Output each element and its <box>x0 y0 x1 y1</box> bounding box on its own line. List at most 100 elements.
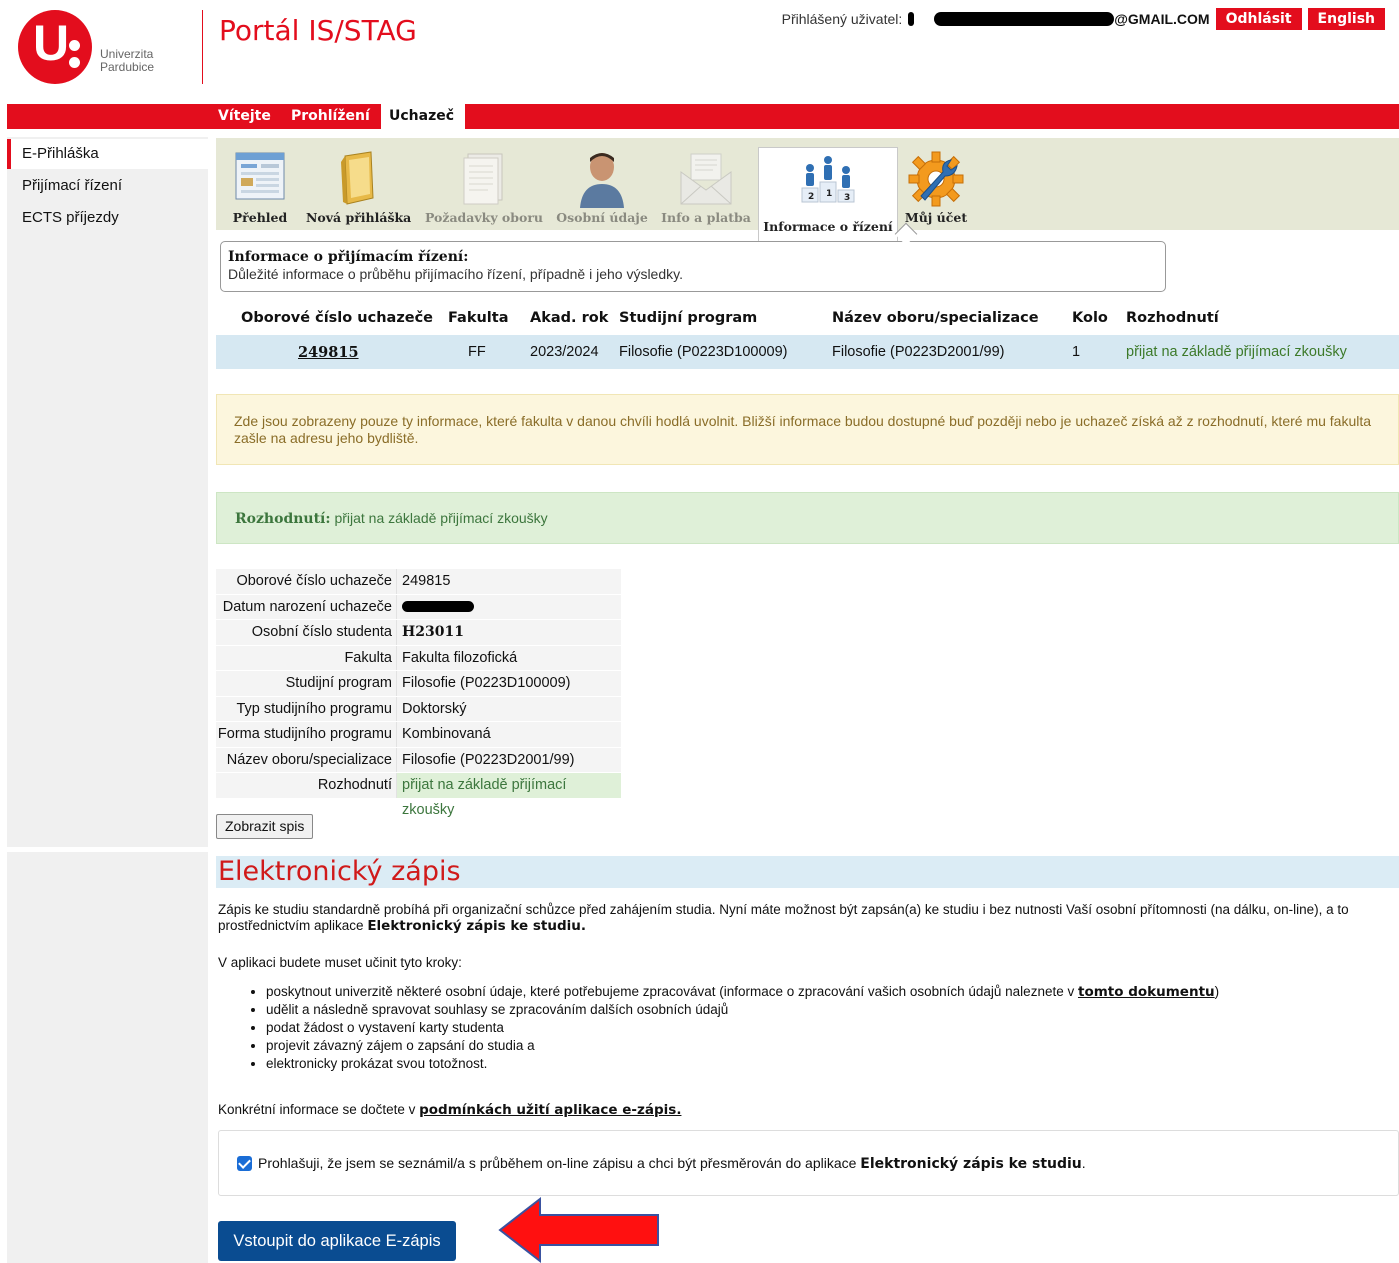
tool-informace-o-rizeni[interactable]: 2 1 3 Informace o řízení <box>758 147 898 243</box>
tool-label: Info a platba <box>661 210 751 225</box>
info-box-subtitle: Důležité informace o průběhu přijímacího… <box>228 266 683 282</box>
main-nav: Vítejte Prohlížení Uchazeč <box>7 104 1399 129</box>
envelope-icon <box>680 153 732 205</box>
list-item: projevit závazný zájem o zapsání do stud… <box>266 1037 1219 1055</box>
logout-button[interactable]: Odhlásit <box>1215 8 1302 30</box>
tool-label: Osobní údaje <box>556 210 648 225</box>
col-header: Rozhodnutí <box>1126 310 1219 326</box>
svg-text:1: 1 <box>826 189 832 199</box>
logo-text: Univerzita Pardubice <box>100 48 154 74</box>
table-cell: Filosofie (P0223D2001/99) <box>832 344 1005 360</box>
portal-title[interactable]: Portál IS/STAG <box>219 14 417 47</box>
col-header: Fakulta <box>448 310 509 326</box>
info-box: Informace o přijímacím řízení: Důležité … <box>220 241 1166 292</box>
folder-icon <box>341 151 374 205</box>
ezapis-steps-intro: V aplikaci budete muset učinit tyto krok… <box>218 955 462 970</box>
decision-value: přijat na základě přijímací zkoušky <box>334 510 548 526</box>
header-divider <box>202 10 203 84</box>
detail-row: Studijní program Filosofie (P0223D100009) <box>216 671 621 697</box>
person-icon <box>580 153 624 208</box>
user-email: @GMAIL.COM <box>908 11 1210 27</box>
col-header: Akad. rok <box>530 310 609 326</box>
applicant-number-link[interactable]: 249815 <box>298 344 359 361</box>
table-cell: 2023/2024 <box>530 344 599 360</box>
logo-line2: Pardubice <box>100 60 155 74</box>
logo-dot-icon <box>69 57 80 68</box>
list-item: podat žádost o vystavení karty studenta <box>266 1019 1219 1037</box>
logo-dot-icon <box>69 40 80 51</box>
col-header: Kolo <box>1072 310 1108 326</box>
table-cell: Filosofie (P0223D100009) <box>619 344 788 360</box>
col-header: Studijní program <box>619 310 758 326</box>
privacy-document-link[interactable]: tomto dokumentu <box>1078 984 1215 1000</box>
tool-osobni-udaje[interactable]: Osobní údaje <box>556 138 648 230</box>
tab-uchazec[interactable]: Uchazeč <box>381 104 465 129</box>
sidebar-lower <box>7 852 208 1263</box>
tool-label: Nová přihláška <box>306 210 412 225</box>
ezapis-steps-list: poskytnout univerzitě některé osobní úda… <box>240 983 1219 1073</box>
svg-text:3: 3 <box>844 193 850 203</box>
info-box-title: Informace o přijímacím řízení: <box>228 249 469 265</box>
col-header: Oborové číslo uchazeče <box>241 310 434 326</box>
detail-row: Rozhodnutí přijat na základě přijímací zk… <box>216 773 621 818</box>
show-file-button[interactable]: Zobrazit spis <box>216 814 314 839</box>
detail-row: Typ studijního programu Doktorský <box>216 696 621 722</box>
enter-ezapis-button[interactable]: Vstoupit do aplikace E-zápis <box>218 1221 456 1261</box>
consent-box: Prohlašuji, že jsem se seznámil/a s průb… <box>218 1130 1399 1196</box>
list-item: udělit a následně spravovat souhlasy se … <box>266 1001 1219 1019</box>
consent-label[interactable]: Prohlašuji, že jsem se seznámil/a s průb… <box>258 1155 1086 1172</box>
tool-muj-ucet[interactable]: Můj účet <box>904 138 968 230</box>
tab-vitejte[interactable]: Vítejte <box>210 104 279 129</box>
gear-wrench-icon <box>908 151 964 207</box>
overview-icon <box>235 152 285 200</box>
ezapis-terms-line: Konkrétní informace se dočtete v podmínk… <box>218 1102 682 1118</box>
sidebar-item-ects[interactable]: ECTS příjezdy <box>7 203 208 233</box>
consent-checkbox[interactable] <box>237 1155 252 1171</box>
podium-icon: 2 1 3 <box>801 156 855 203</box>
table-cell: 1 <box>1072 344 1081 360</box>
user-area: Přihlášený uživatel: @GMAIL.COM Odhlásit… <box>782 8 1385 30</box>
list-item: poskytnout univerzitě některé osobní úda… <box>266 983 1219 1001</box>
redacted-mark <box>908 12 915 26</box>
ezapis-title: Elektronický zápis <box>218 856 461 887</box>
decision-label: Rozhodnutí: <box>235 511 331 527</box>
ezapis-terms-link[interactable]: podmínkách užití aplikace e-zápis. <box>419 1102 681 1118</box>
detail-row: Fakulta Fakulta filozofická <box>216 645 621 671</box>
table-cell: FF <box>468 344 486 360</box>
tool-label: Můj účet <box>904 210 968 225</box>
detail-row: Osobní číslo studenta H23011 <box>216 620 621 646</box>
details-table: Oborové číslo uchazeče 249815 Datum naroz… <box>216 569 621 818</box>
tool-pozadavky-oboru[interactable]: Požadavky oboru <box>420 138 548 230</box>
detail-row: Datum narození uchazeče <box>216 594 621 620</box>
applicant-toolbar: Přehled Nová přihláška Požadavky oboru O… <box>216 138 1399 243</box>
col-header: Název oboru/specializace <box>832 310 1039 326</box>
tool-nova-prihlaska[interactable]: Nová přihláška <box>306 138 412 230</box>
sidebar-item-prijimaci-rizeni[interactable]: Přijímací řízení <box>7 171 208 201</box>
tool-label: Požadavky oboru <box>424 210 544 225</box>
tool-label: Informace o řízení <box>763 219 893 234</box>
tool-label: Přehled <box>232 210 288 225</box>
redacted-mark <box>402 601 474 613</box>
table-row[interactable]: 249815 FF 2023/2024 Filosofie (P0223D100… <box>216 335 1399 369</box>
detail-row: Název oboru/specializace Filosofie (P0223… <box>216 747 621 773</box>
tab-prohlizeni[interactable]: Prohlížení <box>283 104 378 129</box>
tool-info-a-platba[interactable]: Info a platba <box>658 138 754 230</box>
sidebar: E-Přihláška Přijímací řízení ECTS příjez… <box>7 137 208 847</box>
language-button[interactable]: English <box>1307 8 1385 30</box>
university-logo[interactable]: U <box>18 10 92 84</box>
document-icon <box>463 153 503 205</box>
sidebar-item-e-prihlaska[interactable]: E-Přihláška <box>7 139 208 169</box>
detail-row: Oborové číslo uchazeče 249815 <box>216 569 621 595</box>
redacted-mark <box>934 12 1115 26</box>
user-label: Přihlášený uživatel: <box>781 11 903 27</box>
logo-u-icon: U <box>33 15 70 71</box>
list-item: elektronicky prokázat svou totožnost. <box>266 1055 1219 1073</box>
decision-alert: Rozhodnutí: přijat na základě přijímací … <box>216 492 1399 544</box>
tool-prehled[interactable]: Přehled <box>228 138 292 230</box>
detail-row: Forma studijního programu Kombinovaná <box>216 722 621 748</box>
ezapis-intro: Zápis ke studiu standardně probíhá při o… <box>218 902 1349 934</box>
table-cell-decision: přijat na základě přijímací zkoušky <box>1126 344 1347 360</box>
info-warning: Zde jsou zobrazeny pouze ty informace, k… <box>216 394 1399 465</box>
red-arrow-annotation <box>498 1197 659 1263</box>
svg-text:2: 2 <box>808 192 814 202</box>
